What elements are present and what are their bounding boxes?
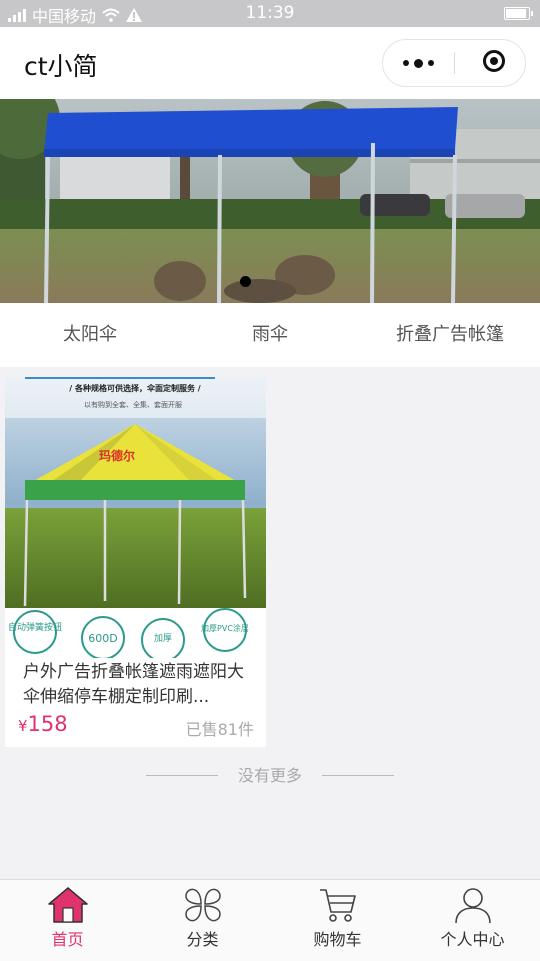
battery-icon	[504, 7, 533, 20]
product-card[interactable]: / 各种规格可供选择，伞面定制服务 / 以有购到全套、全集、套面开服 玛德尔 自…	[5, 376, 266, 747]
capsule-divider	[454, 52, 455, 74]
tab-label: 个人中心	[440, 930, 505, 949]
tab-home[interactable]: 首页	[0, 880, 135, 961]
tab-label: 购物车	[313, 930, 362, 949]
list-end-indicator: 没有更多	[0, 762, 540, 790]
banner-image	[0, 99, 540, 303]
badge-600d: 600D	[88, 632, 117, 645]
tab-label: 首页	[51, 930, 84, 949]
price-value: 158	[27, 712, 68, 736]
product-image: / 各种规格可供选择，伞面定制服务 / 以有购到全套、全集、套面开服 玛德尔 自…	[5, 376, 266, 658]
page-title: ct小简	[24, 52, 98, 81]
bottom-tab-bar: 首页 分类 购物车 个人中心	[0, 879, 540, 961]
badge-thickened: 加厚	[154, 633, 172, 644]
badge-auto-spring: 自动弹簧按钮	[8, 621, 62, 633]
status-bar: 中国移动 11:39	[0, 0, 540, 27]
divider-line	[322, 775, 394, 776]
clock: 11:39	[245, 3, 295, 23]
tab-cart[interactable]: 购物车	[270, 880, 405, 961]
close-mini-program-button[interactable]	[483, 50, 505, 72]
navigation-bar: ct小简	[0, 27, 540, 99]
more-dot-icon	[427, 60, 434, 66]
tab-profile[interactable]: 个人中心	[405, 880, 540, 961]
mini-program-capsule	[382, 39, 526, 87]
tab-label: 分类	[186, 930, 219, 949]
category-tab-umbrella[interactable]: 雨伞	[180, 303, 360, 367]
category-tabs: 太阳伞 雨伞 折叠广告帐篷	[0, 303, 540, 367]
badge-pvc-coating: 加厚PVC涂层	[201, 623, 249, 633]
price-currency-symbol: ¥	[18, 717, 28, 735]
more-dot-icon	[413, 58, 423, 68]
more-button[interactable]	[383, 40, 453, 86]
category-tab-sun-umbrella[interactable]: 太阳伞	[0, 303, 180, 367]
product-name: 户外广告折叠帐篷遮雨遮阳大伞伸缩停车棚定制印刷...	[23, 662, 244, 707]
home-icon	[47, 887, 88, 923]
category-tab-folding-tent[interactable]: 折叠广告帐篷	[360, 303, 540, 367]
banner-carousel[interactable]	[0, 99, 540, 303]
carousel-indicator-dot[interactable]	[240, 276, 251, 287]
tent-brand-text: 玛德尔	[99, 448, 135, 463]
category-icon	[184, 888, 221, 922]
user-icon	[454, 888, 491, 924]
sold-count: 已售81件	[185, 720, 254, 739]
product-price: ¥158	[18, 712, 68, 736]
tab-category[interactable]: 分类	[135, 880, 270, 961]
cart-icon	[319, 889, 356, 922]
image-subline: 以有购到全套、全集、套面开服	[84, 400, 182, 409]
image-headline: / 各种规格可供选择，伞面定制服务 /	[69, 383, 200, 393]
no-more-text: 没有更多	[237, 766, 302, 785]
more-dot-icon	[402, 60, 409, 66]
